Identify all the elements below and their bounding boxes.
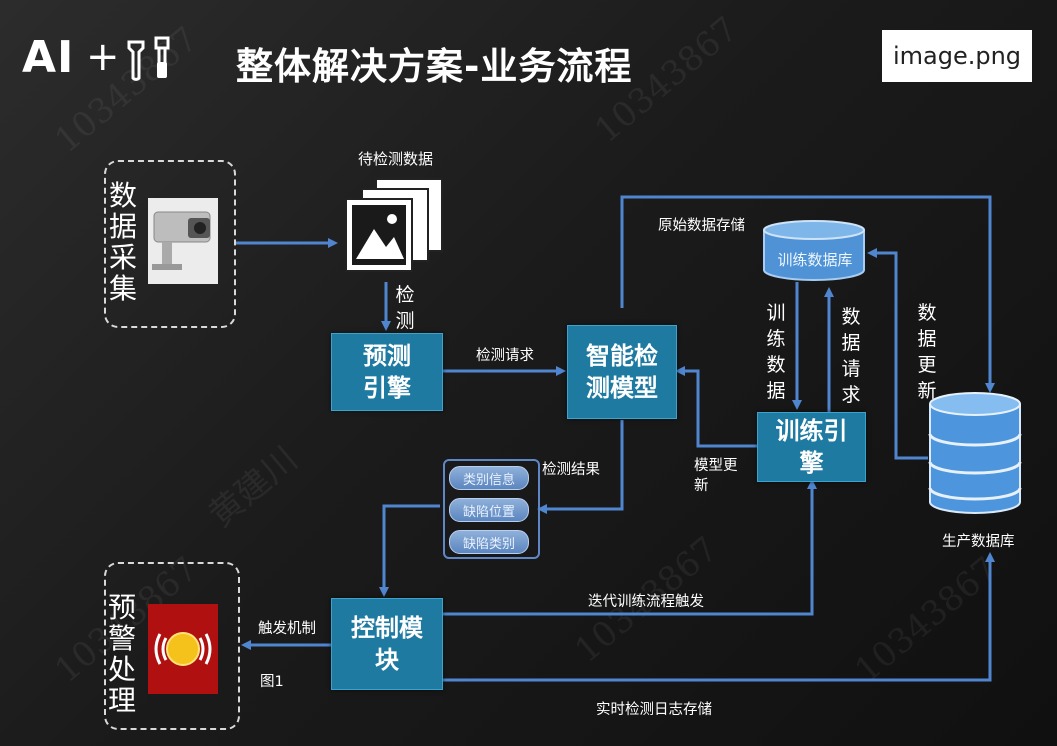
node-smart-model: 智能检测模型 [567,325,677,419]
alarm-label: 预警处理 [107,591,136,717]
edge-label-iterate-trigger: 迭代训练流程触发 [588,594,704,610]
result-item-category-info: 类别信息 [449,466,529,490]
edge-label-detect: 检测 [395,284,415,332]
edge-label-model-update: 模型更新 [694,458,738,494]
edge-label-trigger-mechanism: 触发机制 [258,621,316,637]
data-acquisition-label: 数据采集 [108,179,137,305]
edge-label-raw-storage: 原始数据存储 [658,218,745,234]
node-control-module: 控制模块 [331,598,443,690]
edge-label-train-data: 训练数据 [766,302,786,402]
result-item-defect-position: 缺陷位置 [449,498,529,522]
alarm-icon [148,604,218,698]
node-predict-engine: 预测引擎 [331,333,443,411]
image-stack-icon [342,175,448,279]
train-database-label: 训练数据库 [777,251,853,269]
edge-label-realtime-log: 实时检测日志存储 [596,702,712,718]
result-item-defect-category: 缺陷类别 [449,530,529,554]
edge-label-detect-result: 检测结果 [542,462,600,478]
node-control-module-label: 控制模块 [351,614,423,674]
edge-label-detect-request: 检测请求 [476,348,534,364]
prod-database-icon [928,392,1022,520]
node-smart-model-label: 智能检测模型 [586,342,658,402]
edge-label-data-request: 数据请求 [841,306,861,406]
prod-database-label: 生产数据库 [942,534,1015,550]
camera-icon [148,198,218,284]
edge-label-data-update: 数据更新 [917,302,937,402]
pending-data-label: 待检测数据 [358,150,434,168]
node-train-engine: 训练引擎 [757,412,866,482]
node-train-engine-label: 训练引擎 [775,417,848,477]
figure-label: 图1 [260,674,284,690]
node-predict-engine-label: 预测引擎 [363,342,411,402]
